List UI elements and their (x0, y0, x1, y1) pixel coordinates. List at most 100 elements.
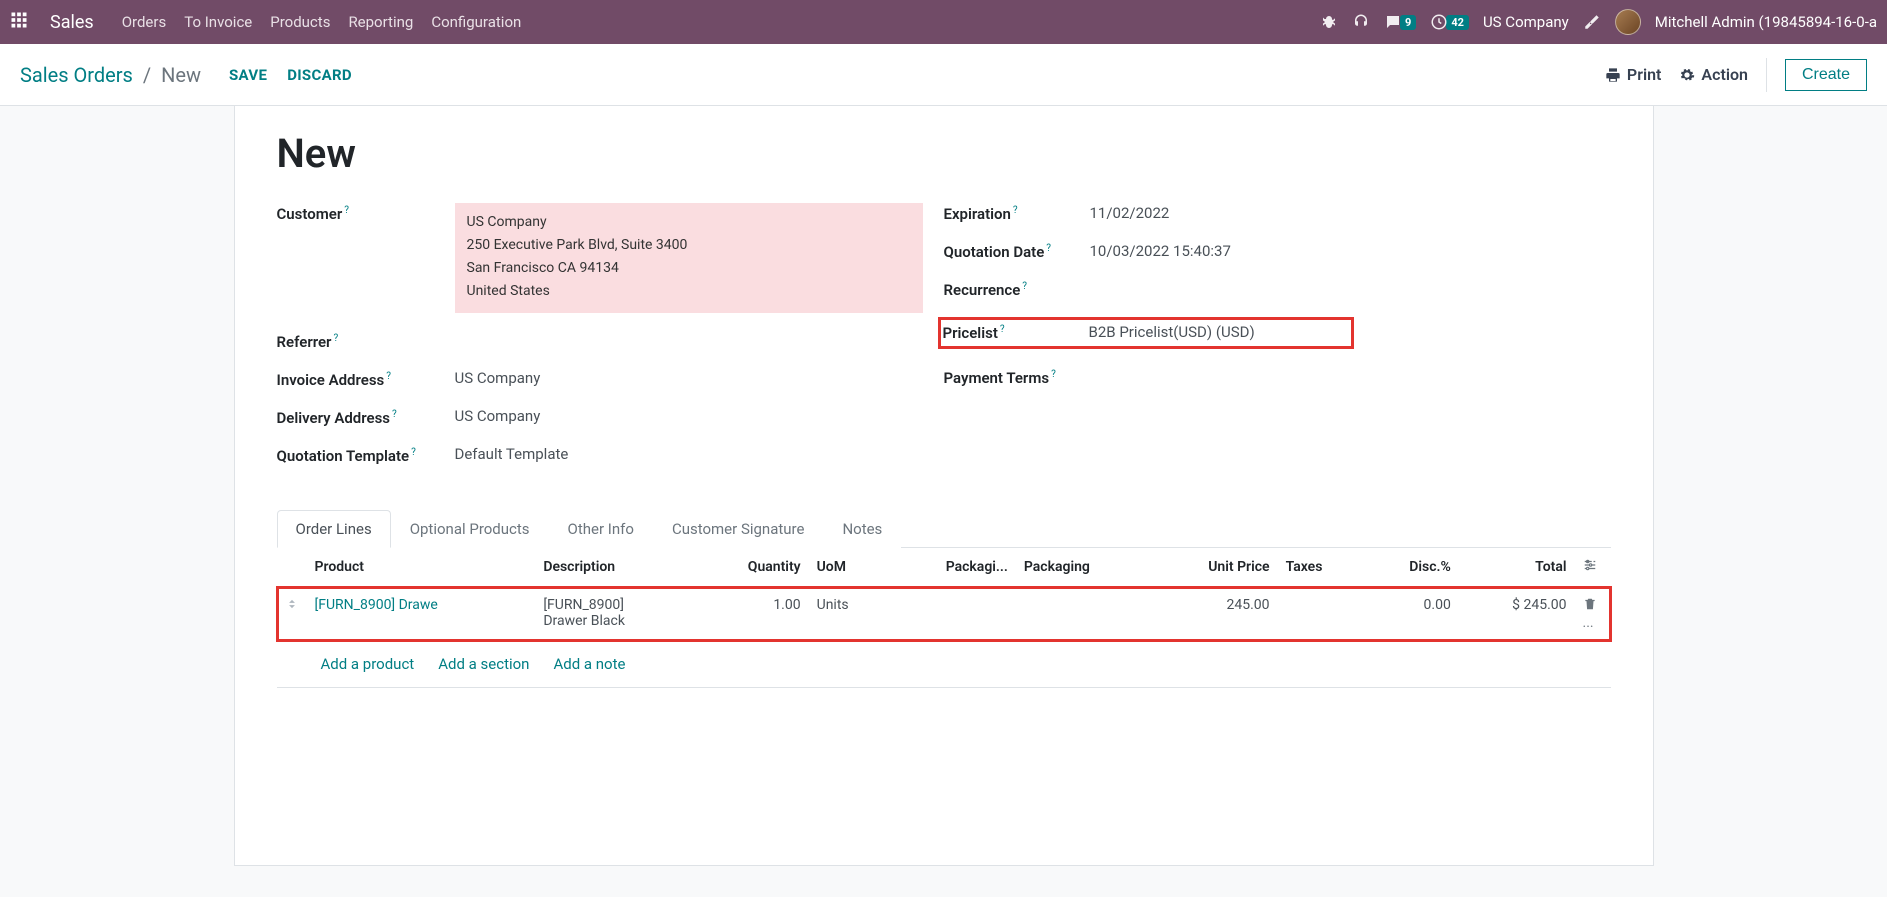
col-uom[interactable]: UoM (809, 548, 888, 587)
breadcrumb-current: New (161, 63, 201, 87)
cell-taxes[interactable] (1278, 587, 1365, 642)
cell-description[interactable]: [FURN_8900] Drawer Black (535, 587, 695, 642)
nav-configuration[interactable]: Configuration (431, 9, 521, 35)
pricelist-value[interactable]: B2B Pricelist(USD) (USD) (1089, 323, 1345, 341)
field-delivery-address: Delivery Address? US Company (277, 407, 944, 427)
chat-icon (1384, 13, 1402, 31)
support-icon[interactable] (1352, 13, 1370, 31)
customer-address-block[interactable]: US Company 250 Executive Park Blvd, Suit… (455, 203, 923, 313)
col-packagi[interactable]: Packagi... (887, 548, 1015, 587)
customer-name: US Company (467, 211, 911, 234)
tab-customer-signature[interactable]: Customer Signature (653, 510, 824, 548)
help-icon[interactable]: ? (333, 333, 338, 344)
help-icon[interactable]: ? (1051, 369, 1056, 380)
field-invoice-address: Invoice Address? US Company (277, 369, 944, 389)
col-taxes[interactable]: Taxes (1278, 548, 1365, 587)
drag-handle[interactable] (277, 587, 307, 642)
breadcrumb-sep: / (143, 63, 151, 87)
col-packaging[interactable]: Packaging (1016, 548, 1151, 587)
top-navbar: Sales Orders To Invoice Products Reporti… (0, 0, 1887, 44)
tab-other-info[interactable]: Other Info (549, 510, 653, 548)
label-customer: Customer? (277, 203, 455, 223)
tab-order-lines[interactable]: Order Lines (277, 510, 391, 548)
help-icon[interactable]: ? (1000, 324, 1005, 335)
add-product-link[interactable]: Add a product (321, 655, 415, 673)
control-bar: Sales Orders / New SAVE DISCARD Print Ac… (0, 44, 1887, 106)
page-title: New (277, 130, 1611, 177)
col-disc[interactable]: Disc.% (1364, 548, 1459, 587)
order-lines-table: Product Description Quantity UoM Packagi… (277, 548, 1611, 641)
help-icon[interactable]: ? (392, 409, 397, 420)
sheet-container: New Customer? US Company 250 Executive P… (0, 106, 1887, 866)
help-icon[interactable]: ? (344, 205, 349, 216)
discard-button[interactable]: DISCARD (287, 66, 352, 84)
breadcrumb: Sales Orders / New (20, 63, 201, 87)
bug-icon[interactable] (1320, 13, 1338, 31)
cell-disc[interactable]: 0.00 (1364, 587, 1459, 642)
form-col-right: Expiration? 11/02/2022 Quotation Date? 1… (944, 203, 1611, 483)
form-sheet: New Customer? US Company 250 Executive P… (234, 106, 1654, 866)
col-total[interactable]: Total (1459, 548, 1575, 587)
field-recurrence: Recurrence? (944, 279, 1611, 299)
edit-actions: SAVE DISCARD (229, 66, 352, 84)
cell-delete[interactable]: ... (1575, 587, 1611, 642)
add-note-link[interactable]: Add a note (553, 655, 625, 673)
sort-icon (285, 599, 299, 615)
help-icon[interactable]: ? (411, 447, 416, 458)
cell-product[interactable]: [FURN_8900] Drawe (307, 587, 536, 642)
label-referrer: Referrer? (277, 331, 455, 351)
activities-button[interactable]: 42 (1430, 13, 1469, 31)
table-row[interactable]: [FURN_8900] Drawe [FURN_8900] Drawer Bla… (277, 587, 1611, 642)
quotation-date-value[interactable]: 10/03/2022 15:40:37 (1090, 242, 1611, 260)
field-quotation-date: Quotation Date? 10/03/2022 15:40:37 (944, 241, 1611, 261)
label-expiration: Expiration? (944, 203, 1090, 223)
label-pricelist: Pricelist? (943, 322, 1089, 342)
nav-orders[interactable]: Orders (122, 9, 167, 35)
separator (1766, 58, 1767, 92)
tab-notes[interactable]: Notes (823, 510, 901, 548)
delivery-address-value[interactable]: US Company (455, 407, 944, 425)
help-icon[interactable]: ? (1013, 205, 1018, 216)
messages-button[interactable]: 9 (1384, 13, 1416, 31)
nav-reporting[interactable]: Reporting (348, 9, 413, 35)
tools-icon[interactable] (1583, 13, 1601, 31)
cell-packagi[interactable] (887, 587, 1015, 642)
cell-packaging[interactable] (1016, 587, 1151, 642)
save-button[interactable]: SAVE (229, 66, 267, 84)
tab-optional-products[interactable]: Optional Products (391, 510, 549, 548)
field-expiration: Expiration? 11/02/2022 (944, 203, 1611, 223)
avatar[interactable] (1615, 9, 1641, 35)
breadcrumb-root[interactable]: Sales Orders (20, 63, 133, 87)
nav-to-invoice[interactable]: To Invoice (184, 9, 252, 35)
apps-icon[interactable] (10, 11, 28, 33)
col-description[interactable]: Description (535, 548, 695, 587)
cell-uom[interactable]: Units (809, 587, 888, 642)
add-section-link[interactable]: Add a section (438, 655, 529, 673)
help-icon[interactable]: ? (386, 371, 391, 382)
col-unit-price[interactable]: Unit Price (1151, 548, 1278, 587)
action-button[interactable]: Action (1679, 65, 1748, 84)
help-icon[interactable]: ? (1046, 243, 1051, 254)
activities-badge: 42 (1446, 15, 1469, 30)
nav-products[interactable]: Products (270, 9, 330, 35)
app-brand[interactable]: Sales (50, 12, 94, 33)
expiration-value[interactable]: 11/02/2022 (1090, 204, 1611, 222)
print-button[interactable]: Print (1605, 65, 1662, 84)
col-product[interactable]: Product (307, 548, 536, 587)
cell-unit-price[interactable]: 245.00 (1151, 587, 1278, 642)
col-options[interactable] (1575, 548, 1611, 587)
tabs: Order Lines Optional Products Other Info… (277, 509, 1611, 548)
topbar-left: Sales Orders To Invoice Products Reporti… (10, 9, 1320, 35)
field-customer: Customer? US Company 250 Executive Park … (277, 203, 944, 313)
form-grid: Customer? US Company 250 Executive Park … (277, 203, 1611, 483)
create-button[interactable]: Create (1785, 59, 1867, 91)
col-quantity[interactable]: Quantity (696, 548, 809, 587)
company-switcher[interactable]: US Company (1483, 13, 1569, 31)
help-icon[interactable]: ? (1022, 281, 1027, 292)
topbar-right: 9 42 US Company Mitchell Admin (19845894… (1320, 9, 1877, 35)
user-menu[interactable]: Mitchell Admin (19845894-16-0-a (1655, 13, 1877, 31)
cell-quantity[interactable]: 1.00 (696, 587, 809, 642)
invoice-address-value[interactable]: US Company (455, 369, 944, 387)
add-links-row: Add a product Add a section Add a note (277, 641, 1611, 688)
quotation-template-value[interactable]: Default Template (455, 445, 944, 463)
